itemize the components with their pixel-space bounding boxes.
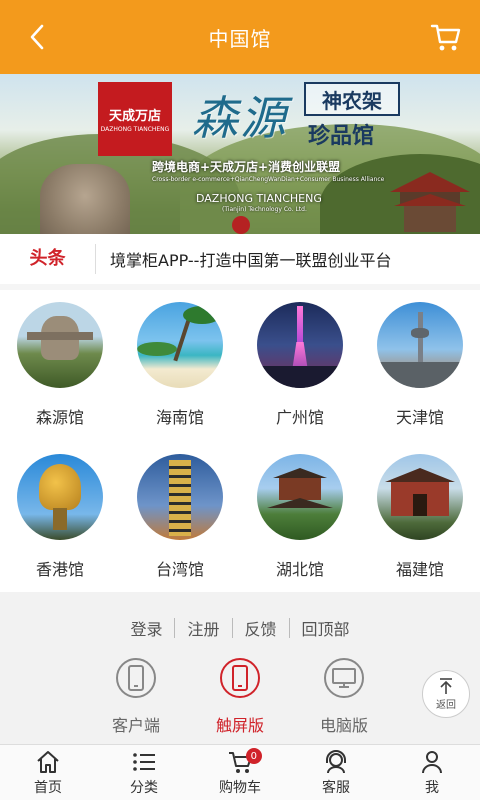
monitor-icon bbox=[332, 668, 356, 688]
banner-slogan-en: Cross-border e-commerce+QianChengWanDian… bbox=[152, 176, 385, 183]
version-ring bbox=[116, 658, 156, 698]
pavilion-image bbox=[17, 454, 103, 540]
pavilion-grid: 森源馆 海南馆 广州馆 天津馆 香港馆 台湾馆 湖北馆 福建馆 bbox=[0, 290, 480, 592]
touch-phone-icon bbox=[232, 665, 248, 691]
back-button[interactable] bbox=[22, 22, 52, 52]
pavilion-image bbox=[137, 454, 223, 540]
pavilion-name: 海南馆 bbox=[155, 408, 204, 427]
bottom-tab-bar: 首页 分类 0 购物车 客服 我 bbox=[0, 744, 480, 800]
promo-banner[interactable]: 天成万店 DAZHONG TIANCHENG 森源 神农架 珍品馆 跨境电商+天… bbox=[0, 74, 480, 234]
pavilion-name: 福建馆 bbox=[395, 560, 444, 579]
news-label: 头条 bbox=[0, 244, 96, 274]
footer-links: 登录 注册 反馈 回顶部 bbox=[0, 616, 480, 640]
pavilion-item-hubei[interactable]: 湖北馆 bbox=[240, 442, 360, 592]
version-label: 电脑版 bbox=[319, 716, 368, 735]
tab-label: 分类 bbox=[130, 779, 158, 796]
version-label: 触屏版 bbox=[215, 716, 264, 735]
pavilion-image bbox=[17, 302, 103, 388]
page-title: 中国馆 bbox=[208, 26, 272, 51]
pavilion-name: 天津馆 bbox=[395, 408, 444, 427]
banner-company: DAZHONG TIANCHENG bbox=[196, 192, 322, 205]
pavilion-item-hainan[interactable]: 海南馆 bbox=[120, 290, 240, 440]
list-icon bbox=[133, 752, 155, 771]
pavilion-image bbox=[257, 454, 343, 540]
home-icon bbox=[37, 750, 59, 773]
pavilion-item-senyuan[interactable]: 森源馆 bbox=[0, 290, 120, 440]
pavilion-image bbox=[377, 302, 463, 388]
pavilion-name: 台湾馆 bbox=[155, 560, 204, 579]
version-label: 客户端 bbox=[111, 716, 160, 735]
login-link[interactable]: 登录 bbox=[118, 616, 174, 640]
tab-label: 我 bbox=[425, 779, 439, 796]
banner-statue-image bbox=[40, 164, 130, 234]
tab-label: 首页 bbox=[34, 779, 62, 796]
tab-me[interactable]: 我 bbox=[384, 745, 480, 800]
pavilion-item-hongkong[interactable]: 香港馆 bbox=[0, 442, 120, 592]
pavilion-name: 森源馆 bbox=[35, 408, 84, 427]
cart-icon bbox=[430, 24, 461, 51]
banner-box-subtitle: 珍品馆 bbox=[308, 124, 375, 149]
brand-logo-text: 天成万店 bbox=[108, 109, 161, 124]
banner-pagoda-image bbox=[390, 172, 470, 232]
pavilion-name: 香港馆 bbox=[35, 560, 84, 579]
headset-icon bbox=[326, 749, 346, 773]
phone-icon bbox=[128, 665, 144, 691]
page: 中国馆 天成万店 DAZHONG TIANCHENG 森源 神农架 珍品馆 跨境… bbox=[0, 0, 480, 800]
banner-box-title: 神农架 bbox=[304, 82, 400, 116]
tab-home[interactable]: 首页 bbox=[0, 745, 96, 800]
tab-cart[interactable]: 0 购物车 bbox=[192, 745, 288, 800]
pavilion-name: 湖北馆 bbox=[275, 560, 324, 579]
pavilion-image bbox=[377, 454, 463, 540]
client-version-button[interactable]: 客户端 bbox=[96, 658, 176, 736]
headline-news[interactable]: 头条 境掌柜APP--打造中国第一联盟创业平台 bbox=[0, 234, 480, 284]
banner-company-sub: (Tianjin) Technology Co. Ltd. bbox=[222, 206, 307, 213]
tab-category[interactable]: 分类 bbox=[96, 745, 192, 800]
touch-version-button[interactable]: 触屏版 bbox=[200, 658, 280, 736]
desktop-version-button[interactable]: 电脑版 bbox=[304, 658, 384, 736]
news-text[interactable]: 境掌柜APP--打造中国第一联盟创业平台 bbox=[96, 247, 391, 271]
back-to-top-label: 返回 bbox=[436, 700, 456, 711]
banner-headline: 森源 bbox=[192, 91, 288, 145]
tab-label: 购物车 bbox=[219, 779, 261, 796]
arrow-up-icon bbox=[440, 678, 452, 694]
pavilion-item-fujian[interactable]: 福建馆 bbox=[360, 442, 480, 592]
top-bar: 中国馆 bbox=[0, 0, 480, 74]
pavilion-item-guangzhou[interactable]: 广州馆 bbox=[240, 290, 360, 440]
cart-button[interactable] bbox=[430, 22, 462, 52]
pavilion-item-taiwan[interactable]: 台湾馆 bbox=[120, 442, 240, 592]
pavilion-name: 广州馆 bbox=[275, 408, 324, 427]
tab-label: 客服 bbox=[322, 779, 350, 796]
back-to-top-button[interactable]: 返回 bbox=[422, 670, 470, 718]
page-footer: 登录 注册 反馈 回顶部 客户端 触屏版 电脑版 返回 bbox=[0, 592, 480, 744]
back-to-top-link[interactable]: 回顶部 bbox=[290, 616, 362, 640]
version-ring bbox=[324, 658, 364, 698]
pavilion-item-tianjin[interactable]: 天津馆 bbox=[360, 290, 480, 440]
user-icon bbox=[422, 750, 442, 773]
register-link[interactable]: 注册 bbox=[175, 616, 231, 640]
pavilion-image bbox=[137, 302, 223, 388]
brand-logo-subtext: DAZHONG TIANCHENG bbox=[100, 126, 170, 133]
chevron-left-icon bbox=[30, 24, 44, 50]
banner-slogan: 跨境电商+天成万店+消费创业联盟 bbox=[152, 160, 341, 174]
feedback-link[interactable]: 反馈 bbox=[233, 616, 289, 640]
cart-count-badge: 0 bbox=[245, 748, 262, 764]
brand-logo: 天成万店 DAZHONG TIANCHENG bbox=[98, 82, 172, 156]
version-switcher: 客户端 触屏版 电脑版 bbox=[0, 658, 480, 738]
version-ring bbox=[220, 658, 260, 698]
banner-seal bbox=[232, 216, 250, 234]
tab-service[interactable]: 客服 bbox=[288, 745, 384, 800]
pavilion-image bbox=[257, 302, 343, 388]
